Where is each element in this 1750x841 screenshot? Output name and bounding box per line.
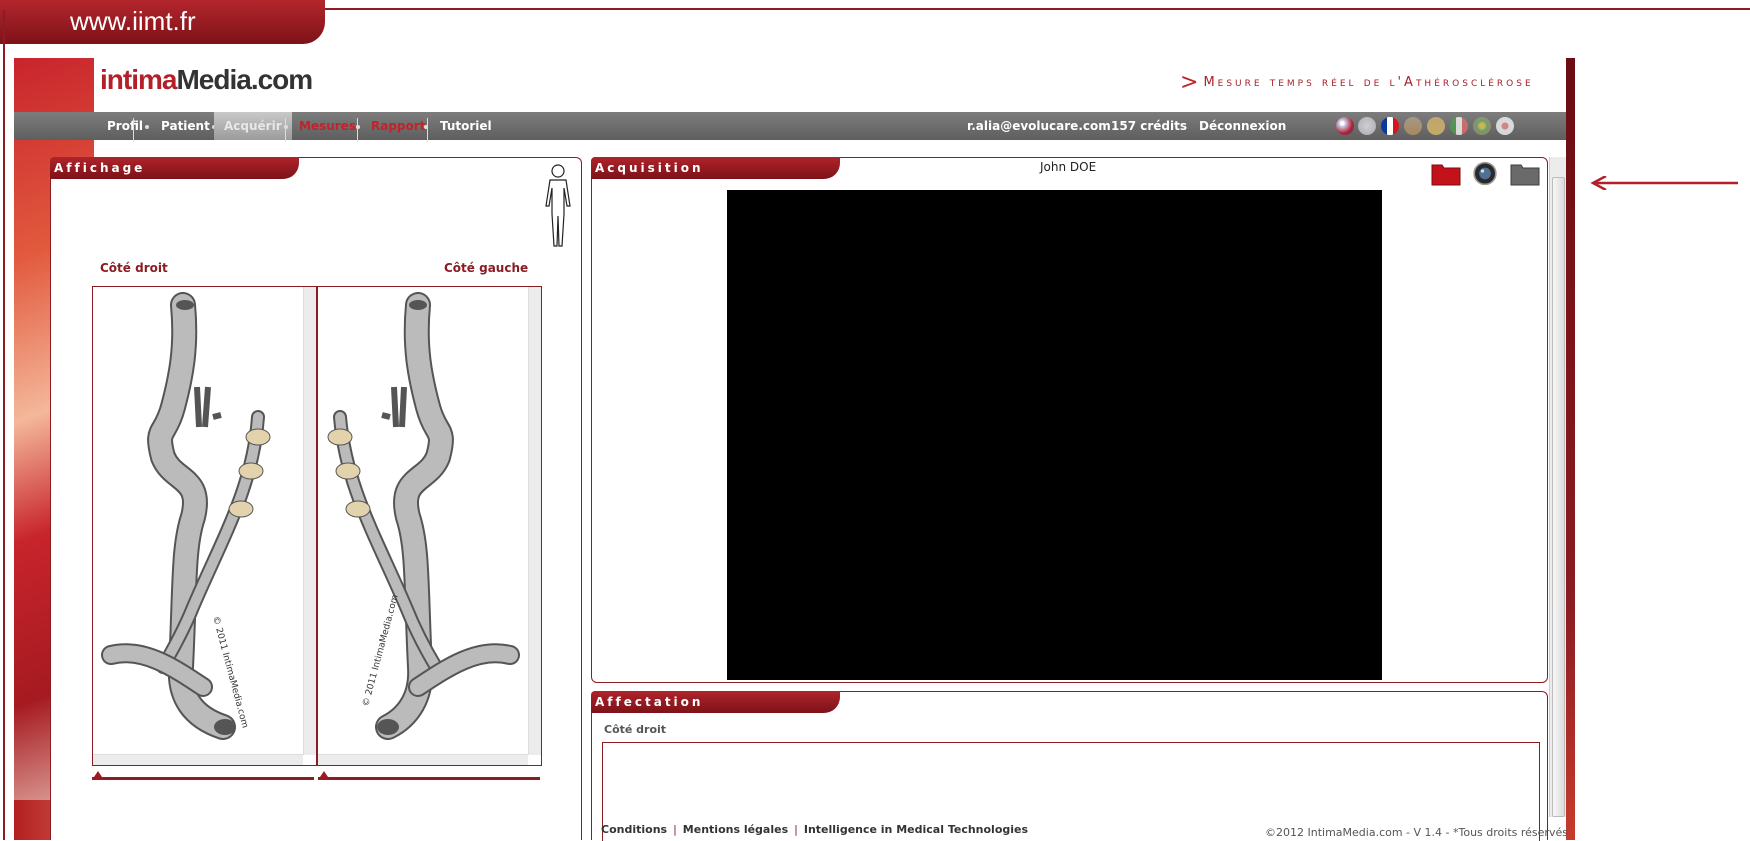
nav-separator xyxy=(357,118,358,142)
us-flag-icon[interactable] xyxy=(1336,117,1354,135)
affectation-panel: Affectation Côté droit xyxy=(591,691,1548,841)
horizontal-scrollbar[interactable] xyxy=(93,754,303,765)
portugal-flag-icon[interactable] xyxy=(1473,117,1491,135)
spain-flag-icon[interactable] xyxy=(1427,117,1445,135)
nav-item-profil[interactable]: Profil xyxy=(107,112,143,140)
acquisition-title: Acquisition xyxy=(591,157,840,179)
nav-separator xyxy=(285,118,286,142)
nav-item-rapport[interactable]: Rapport xyxy=(371,112,425,140)
user-email: r.alia@evolucare.com xyxy=(967,119,1111,133)
logo-text-b: Media.com xyxy=(176,64,313,95)
gray-folder-icon[interactable] xyxy=(1510,161,1540,186)
germany-flag-icon[interactable] xyxy=(1404,117,1422,135)
arrow-left-icon xyxy=(1590,176,1738,190)
footer-link-mentions[interactable]: Mentions légales xyxy=(683,823,788,836)
right-slider-handle[interactable] xyxy=(92,771,104,780)
footer-link-iimt[interactable]: Intelligence in Medical Technologies xyxy=(804,823,1028,836)
logout-link[interactable]: Déconnexion xyxy=(1199,112,1286,140)
right-carotid-diagram: © 2011 IntimaMedia.com xyxy=(101,292,271,740)
nav-item-mesures[interactable]: Mesures xyxy=(299,112,356,140)
scrollbar-thumb[interactable] xyxy=(1552,177,1565,817)
logo[interactable]: intimaMedia.com xyxy=(100,64,313,96)
nav-separator xyxy=(427,118,428,142)
red-folder-icon[interactable] xyxy=(1431,161,1461,186)
footer-separator: | xyxy=(673,823,677,836)
nav-dot xyxy=(145,125,149,129)
nav-item-acquerir[interactable]: Acquérir xyxy=(214,112,292,140)
body-outline-icon[interactable] xyxy=(540,162,576,250)
copyright-left: © 2011 IntimaMedia.com xyxy=(361,594,401,708)
japan-flag-icon[interactable] xyxy=(1496,117,1514,135)
vertical-scrollbar[interactable] xyxy=(303,287,316,755)
affectation-title: Affectation xyxy=(591,691,840,713)
affectation-side-label: Côté droit xyxy=(604,723,667,736)
uk-flag-icon[interactable] xyxy=(1358,117,1376,135)
camera-lens-icon[interactable] xyxy=(1470,161,1500,186)
vertical-scrollbar[interactable] xyxy=(528,287,541,755)
footer-link-conditions[interactable]: Conditions xyxy=(601,823,667,836)
left-slider-handle[interactable] xyxy=(318,771,330,780)
nav-item-tutoriel[interactable]: Tutoriel xyxy=(440,112,492,140)
main-nav: Profil Patient Acquérir Mesures Rapport … xyxy=(14,112,1566,142)
tagline: > Mesure temps réel de l'Athérosclérose xyxy=(1180,70,1534,95)
decorative-bar-right xyxy=(1566,58,1575,840)
left-side-label: Côté gauche xyxy=(444,261,529,275)
right-artery-view[interactable]: © 2011 IntimaMedia.com xyxy=(92,286,317,766)
left-carotid-diagram: © 2011 IntimaMedia.com xyxy=(327,292,520,740)
nav-separator xyxy=(133,118,134,142)
left-slider-track[interactable] xyxy=(318,777,540,780)
tagline-text: Mesure temps réel de l'Athérosclérose xyxy=(1203,75,1534,90)
logo-text-a: intima xyxy=(100,64,177,95)
credits-count: 157 crédits xyxy=(1111,119,1187,133)
footer-separator: | xyxy=(794,823,798,836)
left-artery-view[interactable]: © 2011 IntimaMedia.com xyxy=(317,286,542,766)
nav-item-patient[interactable]: Patient xyxy=(161,112,210,140)
patient-name: John DOE xyxy=(1040,160,1097,174)
horizontal-scrollbar[interactable] xyxy=(318,754,528,765)
france-flag-icon[interactable] xyxy=(1381,117,1399,135)
right-slider-track[interactable] xyxy=(92,777,314,780)
affichage-title: Affichage xyxy=(50,157,299,179)
footer-links: Conditions | Mentions légales | Intelligence… xyxy=(601,823,1028,836)
video-preview[interactable] xyxy=(727,190,1382,680)
chevron-right-icon: > xyxy=(1180,70,1202,95)
footer-copyright: ©2012 IntimaMedia.com - V 1.4 - *Tous dr… xyxy=(1265,826,1568,839)
italy-flag-icon[interactable] xyxy=(1450,117,1468,135)
main-scrollbar[interactable] xyxy=(1549,157,1566,817)
right-side-label: Côté droit xyxy=(100,261,168,275)
